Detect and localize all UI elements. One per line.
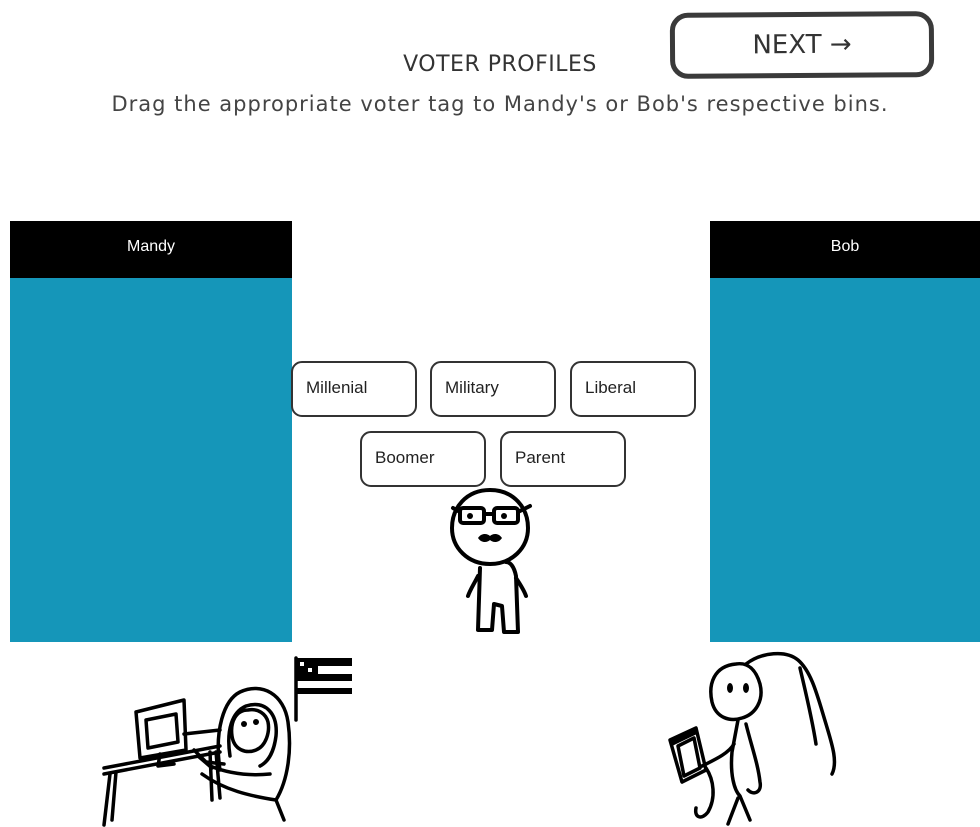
mandy-figure-illustration (102, 656, 352, 827)
bob-bin-header: Bob (710, 221, 980, 278)
tag-liberal[interactable]: Liberal (570, 361, 696, 417)
next-button[interactable]: NEXT → (669, 11, 935, 79)
bob-bin[interactable]: Bob (710, 221, 980, 642)
mandy-bin[interactable]: Mandy (10, 221, 292, 642)
tag-military[interactable]: Military (430, 361, 556, 417)
tag-parent[interactable]: Parent (500, 431, 626, 487)
bob-figure-illustration (450, 488, 532, 634)
instructions-text: Drag the appropriate voter tag to Mandy'… (111, 92, 889, 116)
tag-boomer[interactable]: Boomer (360, 431, 486, 487)
tag-millenial[interactable]: Millenial (291, 361, 417, 417)
mandy-drop-zone[interactable] (10, 278, 292, 642)
bob-drop-zone[interactable] (710, 278, 980, 642)
girl-figure-illustration (668, 651, 837, 826)
mandy-bin-header: Mandy (10, 221, 292, 278)
